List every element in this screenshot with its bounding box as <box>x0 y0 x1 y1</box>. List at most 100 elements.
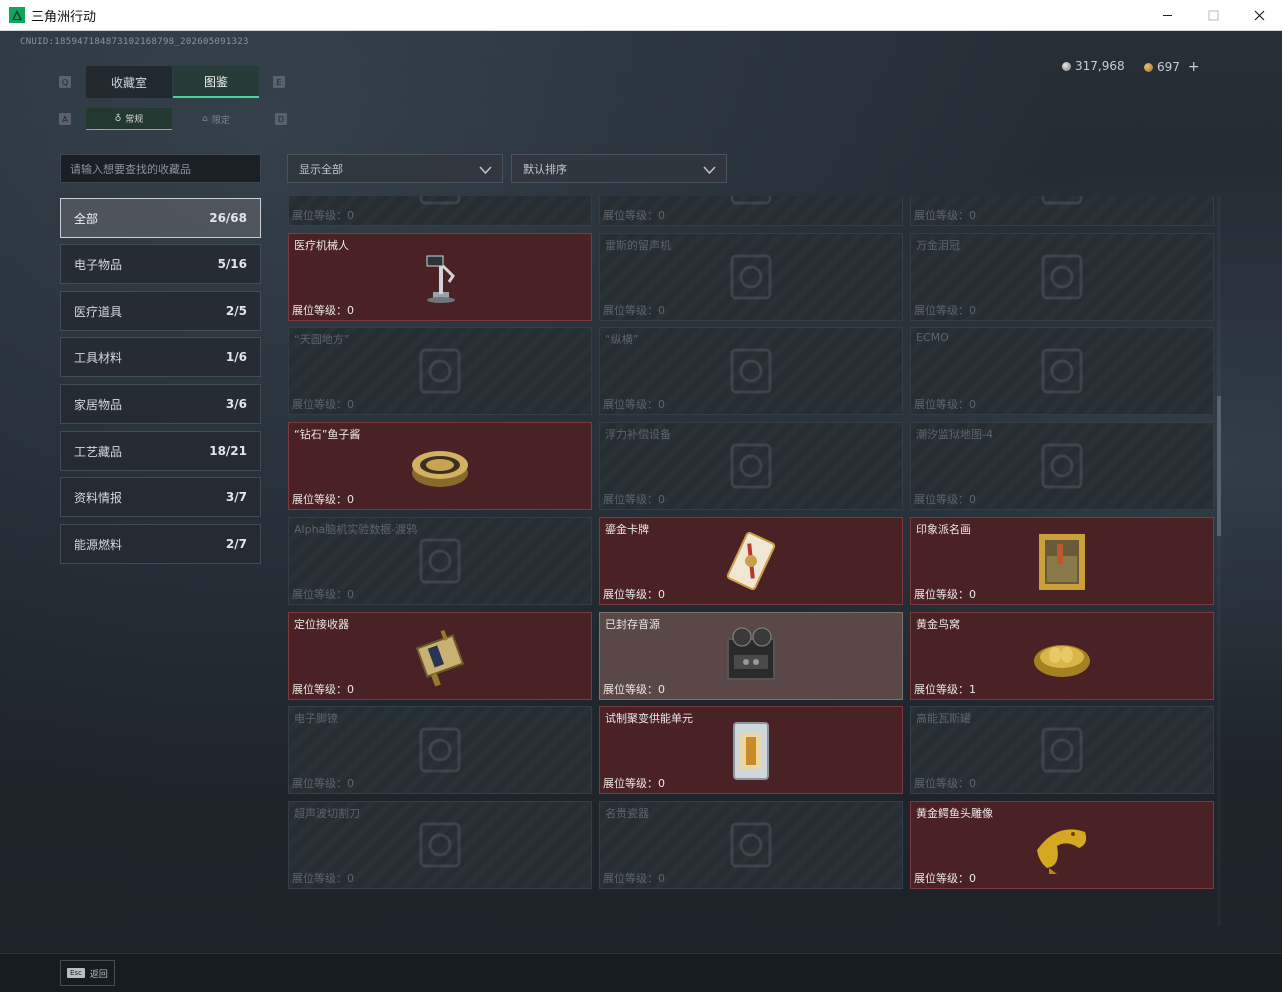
collection-card[interactable]: 浮力补偿设备 展位等级：0 <box>599 422 903 511</box>
key-hint-prev-tab: Q <box>59 76 71 88</box>
caviar-tin-icon <box>405 431 475 501</box>
collection-card[interactable]: “天圆地方” 展位等级：0 <box>288 327 592 416</box>
collection-card[interactable]: 医疗机械人 展位等级：0 <box>288 232 592 321</box>
booth-level-value: 0 <box>658 493 665 507</box>
booth-level-value: 0 <box>658 777 665 791</box>
collection-card[interactable]: 展位等级：0 <box>910 196 1214 226</box>
category-item[interactable]: 工具材料 1/6 <box>60 337 261 377</box>
category-count: 2/5 <box>225 304 247 318</box>
category-label: 工具材料 <box>74 350 123 365</box>
category-item[interactable]: 家居物品 3/6 <box>60 384 261 424</box>
collection-card[interactable]: “钻石”鱼子酱 展位等级：0 <box>288 422 592 511</box>
item-name: 黄金鳄鱼头雕像 <box>916 806 993 820</box>
booth-level: 展位等级：0 <box>292 207 354 223</box>
vase-icon <box>716 810 786 880</box>
category-label: 医疗道具 <box>74 304 123 319</box>
collection-card[interactable]: 雷斯的留声机 展位等级：0 <box>599 232 903 321</box>
vest-icon <box>716 431 786 501</box>
category-label: 电子物品 <box>74 257 123 272</box>
subtab-regular[interactable]: ♁ 常规 <box>86 108 172 130</box>
collection-card[interactable]: ECMO 展位等级：0 <box>910 327 1214 416</box>
booth-level-label: 展位等级： <box>603 398 658 412</box>
collection-card[interactable]: 超声波切割刀 展位等级：0 <box>288 800 592 889</box>
back-label: 返回 <box>89 969 108 980</box>
gramophone-icon <box>716 242 786 312</box>
filter-show-dropdown[interactable]: 显示全部 <box>287 154 503 183</box>
category-count: 5/16 <box>217 257 247 271</box>
grid-scrollbar[interactable] <box>1217 196 1221 926</box>
collection-card[interactable]: 潮汐监狱地图-4 展位等级：0 <box>910 422 1214 511</box>
item-name: “纵横” <box>605 333 639 347</box>
add-currency-button[interactable]: + <box>1188 59 1200 75</box>
booth-level-label: 展位等级： <box>603 587 658 601</box>
booth-level-label: 展位等级： <box>914 493 969 507</box>
collection-card[interactable]: 电子脚镣 展位等级：0 <box>288 706 592 795</box>
board-icon <box>716 336 786 406</box>
silver-currency: 317,968 <box>1062 59 1125 73</box>
booth-level-label: 展位等级： <box>914 303 969 317</box>
collection-card[interactable]: “纵横” 展位等级：0 <box>599 327 903 416</box>
category-label: 全部 <box>74 211 99 226</box>
tab-catalog[interactable]: 图鉴 <box>173 66 259 98</box>
search-input[interactable]: 请输入想要查找的收藏品 <box>60 154 261 183</box>
booth-level-value: 0 <box>658 871 665 885</box>
booth-level: 展位等级：0 <box>914 207 976 223</box>
collection-card[interactable]: 黄金鸟窝 展位等级：1 <box>910 611 1214 700</box>
item-name: 雷斯的留声机 <box>605 238 671 252</box>
category-item[interactable]: 资料情报 3/7 <box>60 477 261 517</box>
booth-level-value: 0 <box>969 303 976 317</box>
booth-level: 展位等级：0 <box>603 207 665 223</box>
booth-level: 展位等级：0 <box>292 302 354 318</box>
booth-level: 展位等级：0 <box>603 491 665 507</box>
collection-card[interactable]: 鎏金卡牌 展位等级：0 <box>599 516 903 605</box>
collection-card[interactable]: 名贵瓷器 展位等级：0 <box>599 800 903 889</box>
user-uid: CNUID:185947184873102168798_202605091323 <box>20 37 249 47</box>
item-name: 超声波切割刀 <box>294 806 360 820</box>
game-viewport: CNUID:185947184873102168798_202605091323… <box>0 31 1282 992</box>
booth-level: 展位等级：0 <box>603 870 665 886</box>
booth-level: 展位等级：0 <box>914 775 976 791</box>
collection-card[interactable]: 高能瓦斯罐 展位等级：0 <box>910 706 1214 795</box>
booth-level-label: 展位等级： <box>914 871 969 885</box>
subtab-limited[interactable]: ⌂ 限定 <box>173 108 259 130</box>
collection-card[interactable]: 展位等级：0 <box>599 196 903 226</box>
category-item[interactable]: 医疗道具 2/5 <box>60 291 261 331</box>
collection-card[interactable]: 展位等级：0 <box>288 196 592 226</box>
booth-level-value: 0 <box>969 398 976 412</box>
window-controls <box>1144 0 1282 31</box>
painting-icon <box>1027 526 1097 596</box>
collection-card[interactable]: Alpha脑机实验数据-渡鸦 展位等级：0 <box>288 516 592 605</box>
maximize-button[interactable] <box>1190 0 1236 31</box>
booth-level-value: 0 <box>347 871 354 885</box>
ecmo-icon <box>1027 336 1097 406</box>
sort-dropdown[interactable]: 默认排序 <box>511 154 727 183</box>
booth-level-label: 展位等级： <box>603 871 658 885</box>
back-button[interactable]: Esc 返回 <box>60 960 115 986</box>
item-name: 定位接收器 <box>294 617 349 631</box>
booth-level-value: 0 <box>969 493 976 507</box>
tab-collection-room[interactable]: 收藏室 <box>86 66 172 98</box>
collection-card[interactable]: 已封存音源 展位等级：0 <box>599 611 903 700</box>
category-item[interactable]: 能源燃料 2/7 <box>60 524 261 564</box>
robot-arm-icon <box>405 242 475 312</box>
collection-card[interactable]: 万金泪冠 展位等级：0 <box>910 232 1214 321</box>
scrollbar-thumb[interactable] <box>1217 396 1221 536</box>
minimize-button[interactable] <box>1144 0 1190 31</box>
booth-level-label: 展位等级： <box>914 398 969 412</box>
chevron-down-icon <box>479 166 492 175</box>
item-name: 已封存音源 <box>605 617 660 631</box>
collection-card[interactable]: 黄金鳄鱼头雕像 展位等级：0 <box>910 800 1214 889</box>
collection-card[interactable]: 定位接收器 展位等级：0 <box>288 611 592 700</box>
category-item[interactable]: 全部 26/68 <box>60 198 261 238</box>
limited-icon: ⌂ <box>202 114 208 124</box>
collection-card[interactable]: 印象派名画 展位等级：0 <box>910 516 1214 605</box>
subtab-regular-label: 常规 <box>125 115 144 125</box>
collection-card[interactable]: 试制聚变供能单元 展位等级：0 <box>599 706 903 795</box>
close-button[interactable] <box>1236 0 1282 31</box>
gold-crocodile-icon <box>1027 810 1097 880</box>
category-item[interactable]: 电子物品 5/16 <box>60 244 261 284</box>
booth-level-value: 0 <box>658 587 665 601</box>
item-name: “钻石”鱼子酱 <box>294 428 361 442</box>
category-item[interactable]: 工艺藏品 18/21 <box>60 431 261 471</box>
drive-icon <box>405 526 475 596</box>
